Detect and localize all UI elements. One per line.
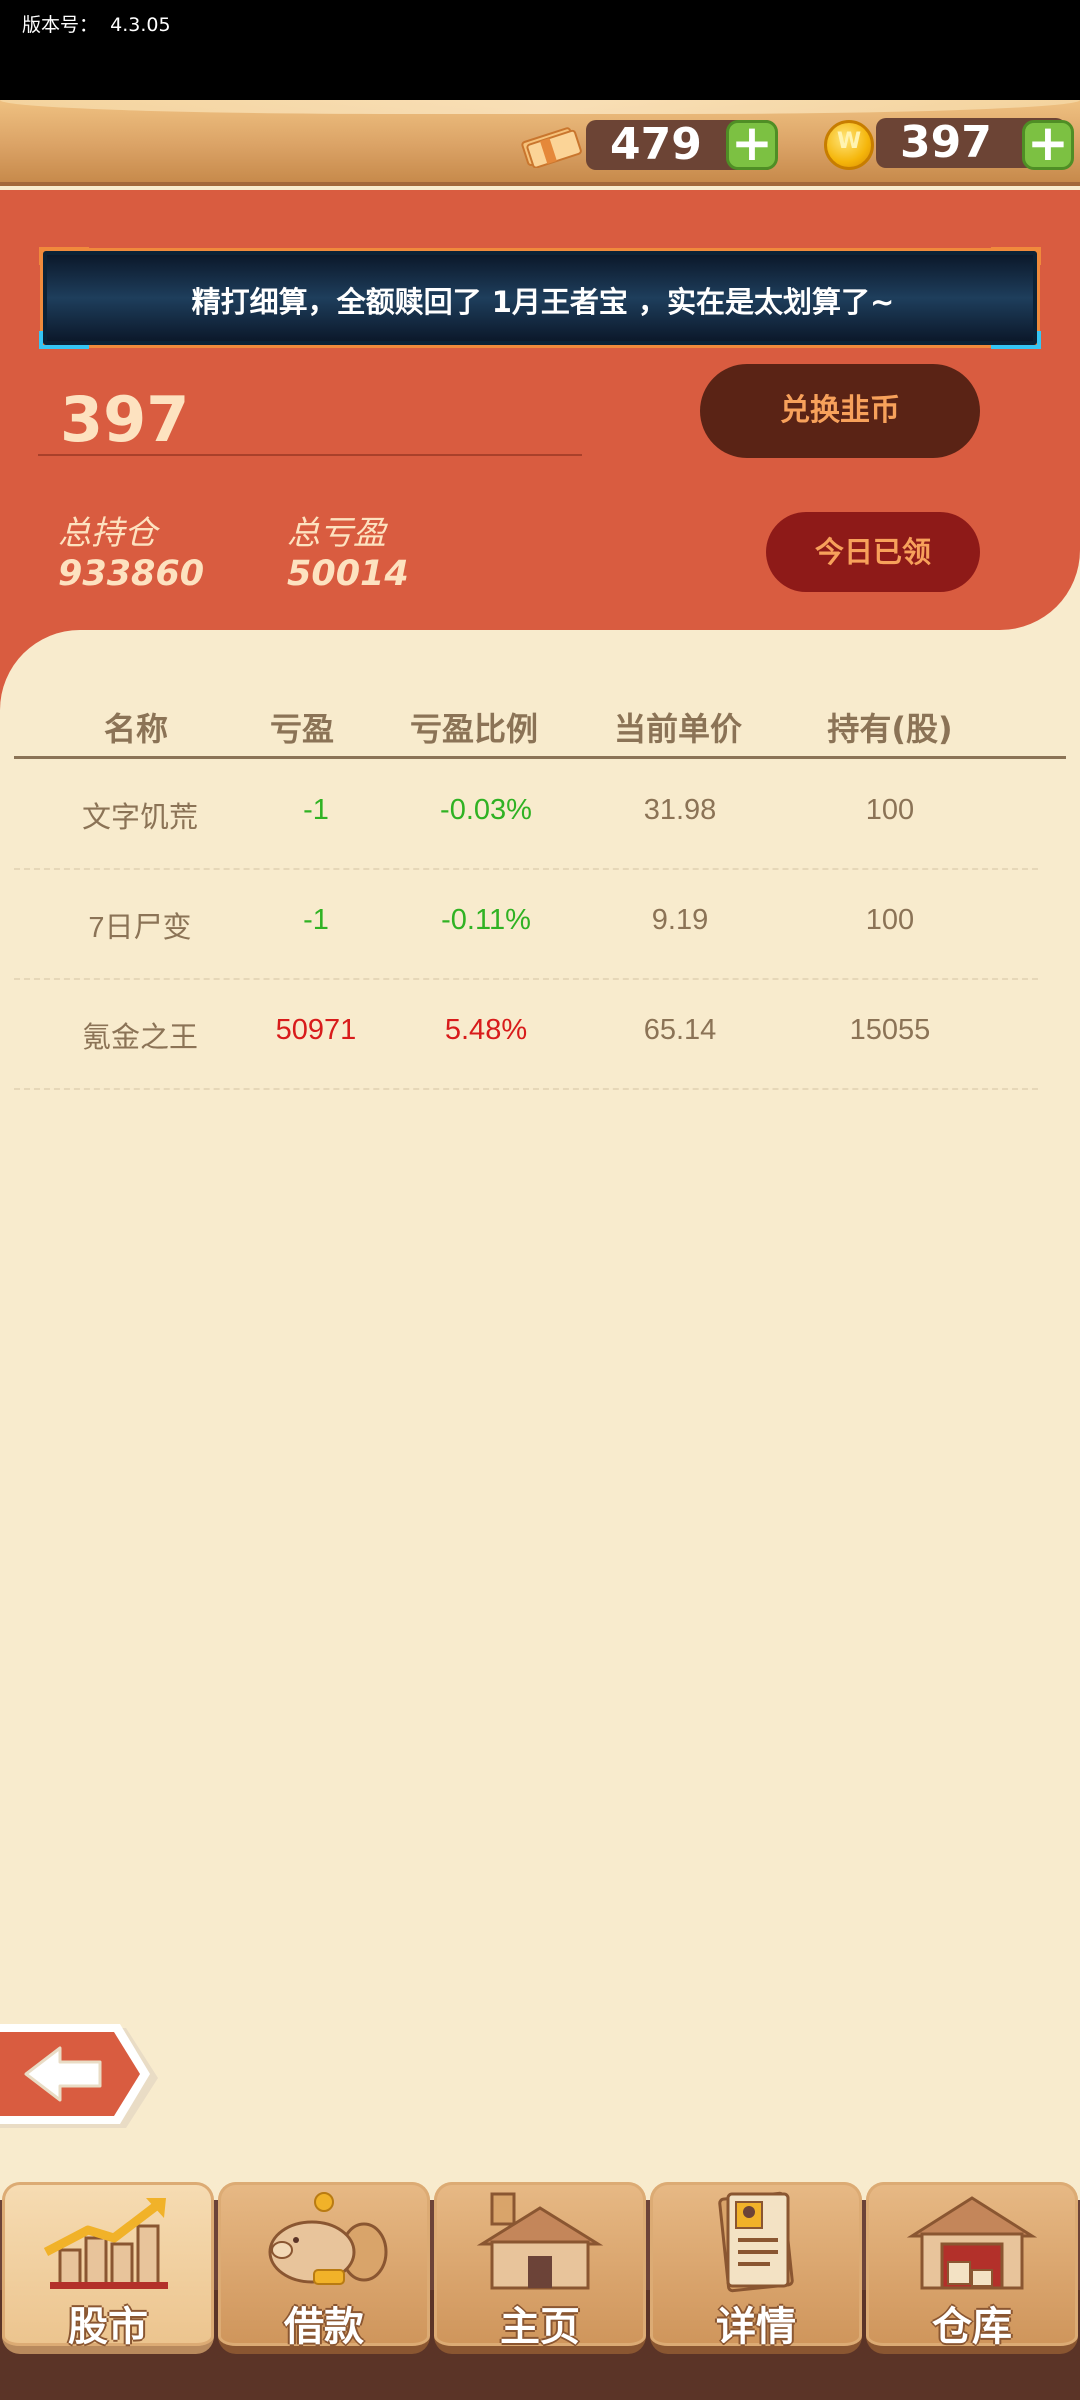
- add-coins-button[interactable]: +: [1022, 118, 1074, 170]
- nav-loan[interactable]: 借款: [218, 2182, 430, 2354]
- nav-stock-market[interactable]: 股市: [2, 2182, 214, 2354]
- stock-pnl-ratio: 5.48%: [444, 1014, 528, 1046]
- column-header-pnl: 亏盈: [269, 710, 334, 748]
- nav-warehouse[interactable]: 仓库: [866, 2182, 1078, 2354]
- status-bar: 版本号： 4.3.05: [0, 0, 1080, 100]
- nav-label: 详情: [716, 2304, 796, 2350]
- resume-icon: [718, 2191, 794, 2293]
- nav-details[interactable]: 详情: [650, 2182, 862, 2354]
- nav-label: 借款: [284, 2304, 364, 2350]
- stock-pnl: -1: [303, 904, 329, 936]
- table-row[interactable]: 氪金之王 50971 5.48% 65.14 15055: [14, 980, 1038, 1090]
- warehouse-icon: [906, 2196, 1038, 2290]
- total-position-value: 933860: [58, 554, 205, 594]
- banner-corner: [39, 331, 89, 349]
- column-header-price: 当前单价: [613, 710, 742, 748]
- banner-corner: [991, 247, 1041, 265]
- nav-label: 仓库: [932, 2304, 1012, 2350]
- stock-name: 7日尸变: [88, 912, 192, 944]
- stock-held: 15055: [849, 1014, 931, 1046]
- stock-price: 9.19: [651, 904, 709, 936]
- stock-price: 31.98: [643, 794, 717, 826]
- nav-label: 主页: [500, 2304, 580, 2350]
- stock-pnl: 50971: [275, 1014, 357, 1046]
- panel-curve: [0, 630, 160, 710]
- column-header-held: 持有(股): [827, 710, 953, 748]
- table-row[interactable]: 7日尸变 -1 -0.11% 9.19 100: [14, 870, 1038, 980]
- daily-claimed-button[interactable]: 今日已领: [766, 512, 980, 592]
- stock-pnl-ratio: -0.11%: [441, 904, 531, 936]
- nav-home[interactable]: 主页: [434, 2182, 646, 2354]
- total-pnl-label: 总亏盈: [287, 513, 386, 552]
- piggy-bank-icon: [268, 2192, 388, 2285]
- total-pnl-value: 50014: [287, 554, 409, 594]
- house-icon: [476, 2192, 604, 2290]
- version-label: 版本号：: [22, 14, 99, 36]
- stock-pnl-ratio: -0.03%: [440, 794, 532, 826]
- stock-name: 氪金之王: [81, 1022, 198, 1054]
- banner-corner: [39, 247, 89, 265]
- table-row[interactable]: 文字饥荒 -1 -0.03% 31.98 100: [14, 760, 1038, 870]
- stock-held: 100: [865, 904, 915, 936]
- cash-icon: [521, 127, 582, 168]
- total-position-label: 总持仓: [58, 513, 157, 552]
- version-text: 版本号： 4.3.05: [22, 10, 171, 37]
- column-header-pnl-ratio: 亏盈比例: [409, 710, 538, 748]
- stock-chart-icon: [43, 2198, 168, 2289]
- stock-pnl: -1: [303, 794, 329, 826]
- balance-underline: [38, 454, 582, 456]
- exchange-button[interactable]: 兑换韭币: [700, 364, 980, 458]
- balance-value: 397: [60, 383, 190, 456]
- table-header-divider: [14, 756, 1066, 759]
- stock-held: 100: [865, 794, 915, 826]
- news-banner: 精打细算，全额赎回了 1月王者宝 ，实在是太划算了~: [39, 247, 1041, 349]
- nav-label: 股市: [68, 2304, 148, 2350]
- stock-price: 65.14: [643, 1014, 717, 1046]
- stock-name: 文字饥荒: [81, 802, 198, 834]
- add-cash-button[interactable]: +: [726, 118, 778, 170]
- banner-message: 精打细算，全额赎回了 1月王者宝 ，实在是太划算了~: [191, 285, 895, 319]
- column-header-name: 名称: [103, 710, 168, 748]
- coin-icon: [824, 120, 874, 170]
- version-number: 4.3.05: [110, 14, 171, 36]
- back-arrow-icon[interactable]: [0, 2022, 165, 2134]
- banner-corner: [991, 331, 1041, 349]
